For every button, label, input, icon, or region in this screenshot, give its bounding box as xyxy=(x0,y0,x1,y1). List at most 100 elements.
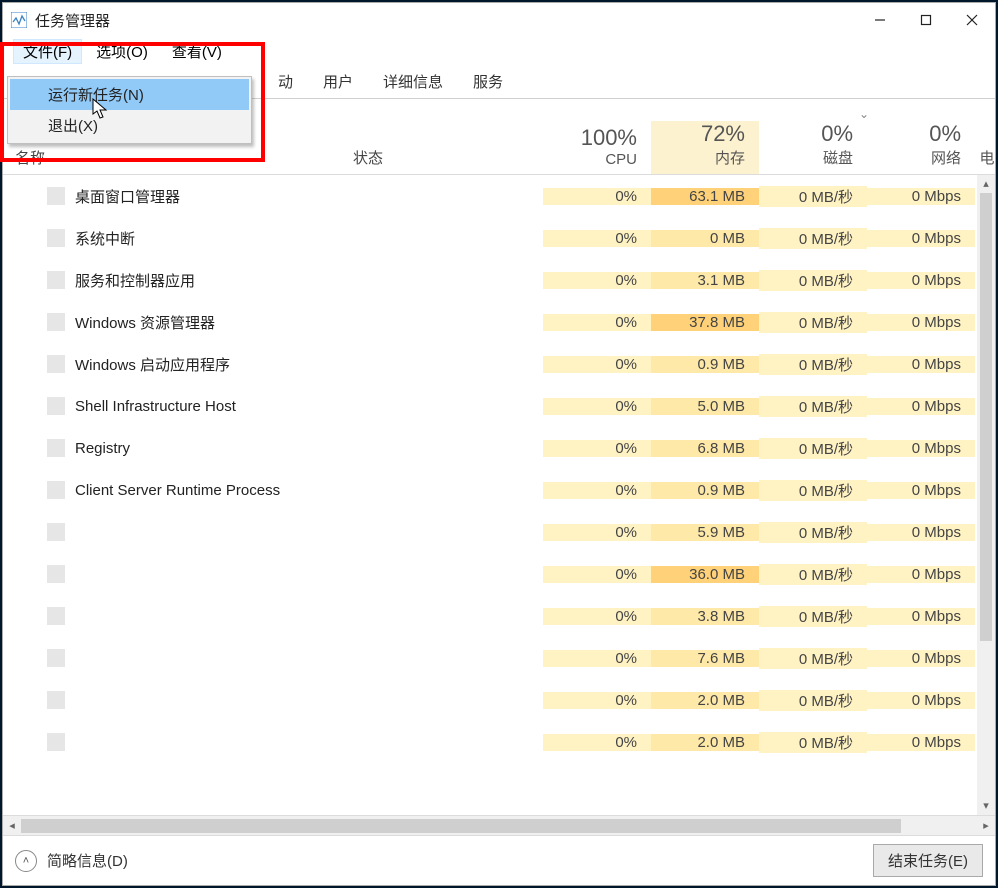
titlebar: 任务管理器 xyxy=(3,3,995,37)
process-name: Client Server Runtime Process xyxy=(75,482,280,499)
table-row[interactable]: Shell Infrastructure Host 0%5.0 MB0 MB/秒0… xyxy=(3,385,977,427)
header-status[interactable]: 状态 xyxy=(353,147,543,174)
table-row[interactable]: Client Server Runtime Process0%0.9 MB0 M… xyxy=(3,469,977,511)
process-network-cell: 0 Mbps xyxy=(867,482,975,499)
process-memory-cell: 37.8 MB xyxy=(651,314,759,331)
process-icon xyxy=(47,733,65,751)
process-name: 服务和控制器应用 xyxy=(75,270,195,291)
scroll-down-icon[interactable]: ▾ xyxy=(977,797,995,815)
process-name-cell xyxy=(3,565,353,583)
process-memory-cell: 36.0 MB xyxy=(651,566,759,583)
header-network[interactable]: 0% 网络 xyxy=(867,121,975,174)
table-row[interactable]: Windows 资源管理器0%37.8 MB0 MB/秒0 Mbps xyxy=(3,301,977,343)
process-memory-cell: 0.9 MB xyxy=(651,356,759,373)
header-cpu-label: CPU xyxy=(543,151,637,168)
tab-startup-partial[interactable]: 动 xyxy=(263,64,308,98)
header-cpu[interactable]: 100% CPU xyxy=(543,125,651,174)
process-cpu-cell: 0% xyxy=(543,440,651,457)
table-row[interactable]: 桌面窗口管理器0%63.1 MB0 MB/秒0 Mbps xyxy=(3,175,977,217)
process-cpu-cell: 0% xyxy=(543,356,651,373)
table-row[interactable]: 0%7.6 MB0 MB/秒0 Mbps xyxy=(3,637,977,679)
tab-services[interactable]: 服务 xyxy=(458,64,518,98)
header-disk-pct: 0% xyxy=(821,121,853,146)
tab-users[interactable]: 用户 xyxy=(308,64,368,98)
process-name: 桌面窗口管理器 xyxy=(75,186,180,207)
table-row[interactable]: Windows 启动应用程序0%0.9 MB0 MB/秒0 Mbps xyxy=(3,343,977,385)
process-icon xyxy=(47,523,65,541)
process-disk-cell: 0 MB/秒 xyxy=(759,396,867,417)
scroll-up-icon[interactable]: ▴ xyxy=(977,175,995,193)
process-network-cell: 0 Mbps xyxy=(867,692,975,709)
process-disk-cell: 0 MB/秒 xyxy=(759,690,867,711)
table-row[interactable]: Registry0%6.8 MB0 MB/秒0 Mbps xyxy=(3,427,977,469)
process-memory-cell: 3.8 MB xyxy=(651,608,759,625)
scroll-thumb[interactable] xyxy=(980,193,992,641)
header-power-partial[interactable]: 电 xyxy=(975,147,998,174)
process-cpu-cell: 0% xyxy=(543,734,651,751)
process-memory-cell: 2.0 MB xyxy=(651,734,759,751)
process-network-cell: 0 Mbps xyxy=(867,272,975,289)
process-memory-cell: 5.0 MB xyxy=(651,398,759,415)
chevron-down-icon[interactable]: ⌄ xyxy=(859,107,869,121)
table-row[interactable]: 0%2.0 MB0 MB/秒0 Mbps xyxy=(3,721,977,763)
process-memory-cell: 0 MB xyxy=(651,230,759,247)
process-name-cell xyxy=(3,607,353,625)
process-name: Registry xyxy=(75,440,130,457)
vertical-scrollbar[interactable]: ▴ ▾ xyxy=(977,175,995,815)
header-disk[interactable]: 0% 磁盘 xyxy=(759,121,867,174)
process-network-cell: 0 Mbps xyxy=(867,356,975,373)
table-row[interactable]: 0%5.9 MB0 MB/秒0 Mbps xyxy=(3,511,977,553)
menu-options[interactable]: 选项(O) xyxy=(86,39,158,64)
hscroll-thumb[interactable] xyxy=(21,819,901,833)
cursor-icon xyxy=(92,98,110,123)
process-icon xyxy=(47,313,65,331)
process-icon xyxy=(47,691,65,709)
process-cpu-cell: 0% xyxy=(543,608,651,625)
process-name-cell xyxy=(3,733,353,751)
footer: ˄ 简略信息(D) 结束任务(E) xyxy=(3,835,995,885)
process-name: Windows 资源管理器 xyxy=(75,312,215,333)
menu-view[interactable]: 查看(V) xyxy=(162,39,232,64)
table-row[interactable]: 服务和控制器应用 0%3.1 MB0 MB/秒0 Mbps xyxy=(3,259,977,301)
menu-item-exit[interactable]: 退出(X) xyxy=(10,110,249,141)
process-icon xyxy=(47,187,65,205)
process-disk-cell: 0 MB/秒 xyxy=(759,270,867,291)
process-disk-cell: 0 MB/秒 xyxy=(759,228,867,249)
horizontal-scrollbar[interactable]: ◂ ▸ xyxy=(3,815,995,835)
process-memory-cell: 5.9 MB xyxy=(651,524,759,541)
process-cpu-cell: 0% xyxy=(543,482,651,499)
table-row[interactable]: 0%36.0 MB0 MB/秒0 Mbps xyxy=(3,553,977,595)
process-name: Shell Infrastructure Host xyxy=(75,398,236,415)
header-memory[interactable]: 72% 内存 xyxy=(651,121,759,174)
process-disk-cell: 0 MB/秒 xyxy=(759,606,867,627)
table-row[interactable]: 0%3.8 MB0 MB/秒0 Mbps xyxy=(3,595,977,637)
process-memory-cell: 3.1 MB xyxy=(651,272,759,289)
minimize-button[interactable] xyxy=(857,3,903,37)
menu-file[interactable]: 文件(F) xyxy=(13,39,82,64)
header-cpu-pct: 100% xyxy=(581,125,637,150)
fewer-details-button[interactable]: ˄ 简略信息(D) xyxy=(15,850,128,872)
end-task-button[interactable]: 结束任务(E) xyxy=(873,844,983,877)
process-disk-cell: 0 MB/秒 xyxy=(759,522,867,543)
process-cpu-cell: 0% xyxy=(543,524,651,541)
maximize-button[interactable] xyxy=(903,3,949,37)
header-disk-label: 磁盘 xyxy=(759,147,853,168)
header-name[interactable]: 名称 xyxy=(3,147,353,174)
process-name-cell: Windows 资源管理器 xyxy=(3,312,353,333)
process-cpu-cell: 0% xyxy=(543,650,651,667)
tab-details[interactable]: 详细信息 xyxy=(368,64,458,98)
process-memory-cell: 6.8 MB xyxy=(651,440,759,457)
process-icon xyxy=(47,481,65,499)
scroll-left-icon[interactable]: ◂ xyxy=(3,819,21,832)
process-cpu-cell: 0% xyxy=(543,398,651,415)
close-button[interactable] xyxy=(949,3,995,37)
process-network-cell: 0 Mbps xyxy=(867,608,975,625)
table-row[interactable]: 系统中断0%0 MB0 MB/秒0 Mbps xyxy=(3,217,977,259)
process-name-cell: Shell Infrastructure Host xyxy=(3,397,353,415)
table-row[interactable]: 0%2.0 MB0 MB/秒0 Mbps xyxy=(3,679,977,721)
process-cpu-cell: 0% xyxy=(543,272,651,289)
scroll-right-icon[interactable]: ▸ xyxy=(977,819,995,832)
menu-item-run-new-task[interactable]: 运行新任务(N) xyxy=(10,79,249,110)
app-icon xyxy=(11,12,27,28)
process-network-cell: 0 Mbps xyxy=(867,398,975,415)
